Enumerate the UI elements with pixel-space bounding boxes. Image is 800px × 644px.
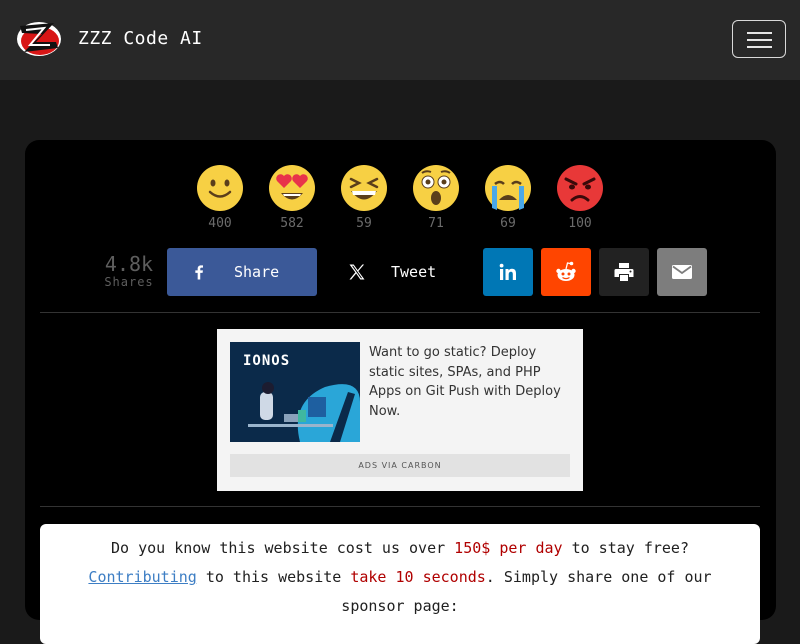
reaction-smile[interactable]: 400 bbox=[196, 164, 244, 231]
reaction-count: 100 bbox=[568, 216, 592, 231]
zzz-logo-icon[interactable] bbox=[14, 18, 64, 60]
x-tweet-button[interactable]: Tweet bbox=[325, 248, 475, 296]
notice-text: Do you know this website cost us over bbox=[111, 539, 455, 557]
share-total-number: 4.8k bbox=[104, 252, 154, 276]
heart-eyes-emoji-icon bbox=[269, 165, 315, 211]
share-card: 400 582 59 71 69 100 4.8k Shares Share T… bbox=[25, 140, 776, 644]
x-icon bbox=[349, 264, 365, 280]
reaction-count: 400 bbox=[208, 216, 232, 231]
notice-highlight-cost: 150$ per day bbox=[454, 539, 563, 557]
ad-brand: IONOS bbox=[243, 353, 291, 369]
print-button[interactable] bbox=[599, 248, 649, 296]
reaction-count: 71 bbox=[428, 216, 444, 231]
reaction-count: 59 bbox=[356, 216, 372, 231]
facebook-icon bbox=[195, 265, 203, 280]
smile-emoji-icon bbox=[197, 165, 243, 211]
share-total-label: Shares bbox=[104, 275, 154, 289]
notice-highlight-time: take 10 seconds bbox=[350, 568, 486, 586]
astonished-emoji-icon bbox=[413, 165, 459, 211]
reaction-count: 69 bbox=[500, 216, 516, 231]
top-navbar: ZZZ Code AI bbox=[0, 0, 800, 80]
divider bbox=[40, 506, 760, 507]
reaction-count: 582 bbox=[280, 216, 304, 231]
facebook-share-label: Share bbox=[234, 263, 280, 281]
notice-text: to this website bbox=[196, 568, 351, 586]
reaction-laugh[interactable]: 59 bbox=[340, 164, 388, 231]
laughing-emoji-icon bbox=[341, 165, 387, 211]
ad-text[interactable]: Want to go static? Deploy static sites, … bbox=[369, 343, 575, 421]
share-count: 4.8k Shares bbox=[97, 253, 161, 289]
email-icon bbox=[672, 265, 692, 279]
notice-text: to stay free? bbox=[562, 539, 689, 557]
email-share-button[interactable] bbox=[657, 248, 707, 296]
facebook-share-button[interactable]: Share bbox=[167, 248, 317, 296]
reaction-sad[interactable]: 69 bbox=[484, 164, 532, 231]
print-icon bbox=[614, 263, 634, 281]
sponsor-notice: Do you know this website cost us over 15… bbox=[40, 524, 760, 644]
carbon-ad: IONOS Want to go static? Deploy static s… bbox=[217, 329, 583, 491]
reaction-angry[interactable]: 100 bbox=[556, 164, 604, 231]
contributing-link[interactable]: Contributing bbox=[88, 568, 196, 586]
reaction-wow[interactable]: 71 bbox=[412, 164, 460, 231]
x-tweet-label: Tweet bbox=[391, 263, 437, 281]
ads-via-carbon-link[interactable]: ADS VIA CARBON bbox=[230, 454, 570, 477]
reddit-share-button[interactable] bbox=[541, 248, 591, 296]
reaction-love[interactable]: 582 bbox=[268, 164, 316, 231]
linkedin-icon bbox=[499, 263, 516, 280]
reddit-icon bbox=[556, 261, 576, 281]
linkedin-share-button[interactable] bbox=[483, 248, 533, 296]
divider bbox=[40, 312, 760, 313]
menu-toggle-button[interactable] bbox=[732, 20, 786, 58]
crying-emoji-icon bbox=[485, 165, 531, 211]
angry-emoji-icon bbox=[557, 165, 603, 211]
brand-name[interactable]: ZZZ Code AI bbox=[78, 28, 203, 49]
